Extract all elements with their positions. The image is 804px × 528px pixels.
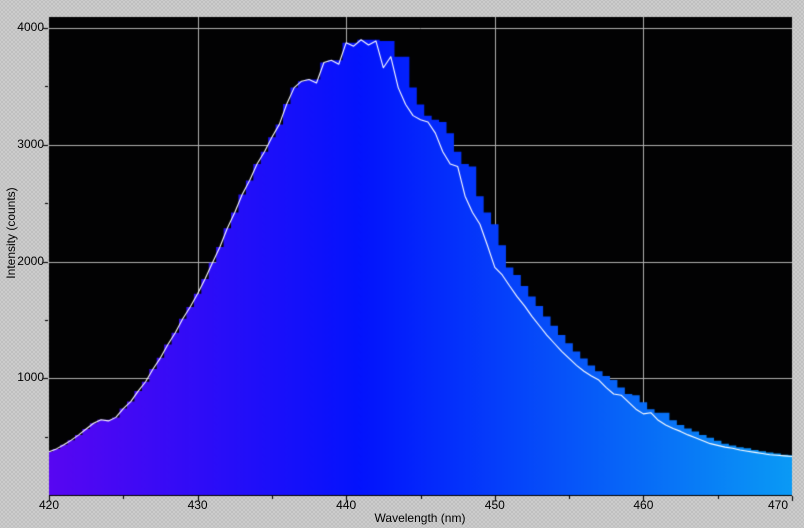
x-axis-title: Wavelength (nm)	[374, 511, 466, 525]
x-tick-label: 430	[187, 498, 208, 512]
x-tick-label: 450	[484, 498, 505, 512]
y-tick-label: 2000	[17, 253, 44, 268]
spectrometer-chart-window: Intensity (counts) Wavelength (nm) 420 43…	[0, 0, 804, 528]
spectrum-chart-canvas	[0, 0, 804, 528]
y-tick-label: 4000	[17, 20, 44, 35]
x-tick-label: 440	[336, 498, 357, 512]
x-tick-label: 470	[767, 498, 789, 512]
x-tick-label: 460	[633, 498, 654, 512]
x-tick-label: 420	[38, 498, 60, 512]
y-tick-label: 3000	[17, 136, 44, 151]
y-tick-label: 1000	[17, 370, 44, 385]
